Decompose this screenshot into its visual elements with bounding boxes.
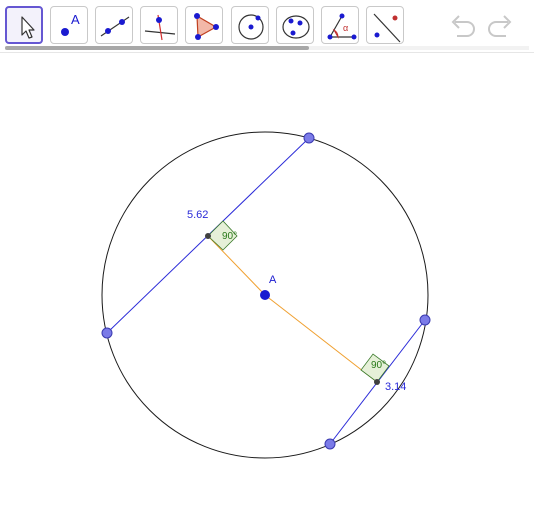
- undo-arrow-icon: [451, 15, 475, 37]
- line-tool-button[interactable]: [95, 6, 133, 44]
- angle-tool-button[interactable]: α: [321, 6, 359, 44]
- toolbar-scrollbar[interactable]: [5, 46, 529, 50]
- point-bottom[interactable]: [324, 438, 336, 450]
- chord-length-label-long: 5.62: [187, 209, 209, 221]
- center-point-label: A: [269, 274, 277, 286]
- foot-point-short[interactable]: [374, 379, 380, 385]
- perpendicular-line-tool-button[interactable]: [140, 6, 178, 44]
- line-through-two-points-icon: [100, 16, 130, 37]
- reflect-tool-button[interactable]: [366, 6, 404, 44]
- undo-button[interactable]: [447, 10, 479, 40]
- circle-three-points-tool-button[interactable]: [276, 6, 314, 44]
- perpendicular-line-icon: [144, 14, 176, 41]
- graphics-view[interactable]: A 5.62 3.14 90° 90°: [0, 52, 534, 510]
- right-angle-label-1: 90°: [222, 231, 238, 242]
- cursor-arrow-icon: [21, 16, 35, 39]
- foot-point-long[interactable]: [205, 233, 211, 239]
- point-tool-button[interactable]: A: [50, 6, 88, 44]
- geometry-drawing: [101, 131, 431, 459]
- redo-button[interactable]: [484, 10, 516, 40]
- angle-icon: [327, 13, 357, 40]
- circle-center-point-icon: [238, 14, 264, 40]
- distance-segment-long[interactable]: [207, 235, 266, 296]
- redo-arrow-icon: [488, 15, 512, 37]
- point-tool-label: A: [71, 12, 80, 27]
- circle-tool-button[interactable]: [231, 6, 269, 44]
- circle-through-points-icon: [282, 15, 310, 39]
- angle-tool-alpha: α: [343, 23, 349, 33]
- toolbar: A α: [0, 0, 534, 53]
- toolbar-scrollbar-thumb[interactable]: [5, 46, 309, 50]
- center-point-a[interactable]: [260, 290, 270, 300]
- right-angle-label-2: 90°: [371, 360, 387, 371]
- point-with-label-icon: [61, 28, 69, 36]
- move-tool-button[interactable]: [5, 6, 43, 44]
- chord-length-label-short: 3.14: [385, 381, 407, 393]
- point-left[interactable]: [101, 327, 113, 339]
- reflect-about-line-icon: [373, 13, 401, 43]
- polygon-tool-button[interactable]: [185, 6, 223, 44]
- distance-segment-short[interactable]: [264, 294, 378, 383]
- point-right[interactable]: [419, 314, 431, 326]
- point-upper-right[interactable]: [303, 132, 315, 144]
- triangle-polygon-icon: [194, 13, 219, 40]
